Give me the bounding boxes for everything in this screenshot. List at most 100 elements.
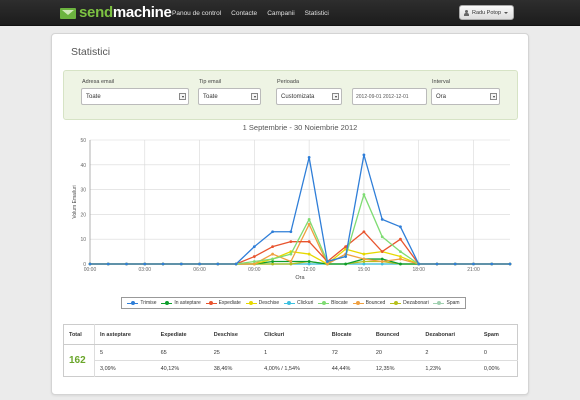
data-point [490,262,494,266]
legend-label: Spam [446,300,460,306]
nav-contacts[interactable]: Contacte [231,10,257,17]
series-line-trimise [90,154,510,265]
legend-item[interactable]: Expediate [205,300,241,306]
column-header: Clickuri [259,324,327,345]
data-point [380,262,384,266]
email-select-value: Toate [86,93,101,100]
data-point [417,262,421,266]
legend-label: Bounced [365,300,386,306]
period-select[interactable]: Customizata [276,88,342,105]
data-point [307,260,311,263]
data-point [307,217,311,221]
legend-item[interactable]: Dezabonari [390,300,429,306]
data-point [325,260,329,263]
data-point [362,193,366,196]
data-point [307,252,311,256]
column-header: Expediate [155,324,209,345]
legend-item[interactable]: In asteptare [161,300,201,306]
percent-cell: 3,09% [94,360,156,377]
column-header: Total [63,324,95,345]
data-point [344,262,348,266]
chevron-down-icon [504,11,509,14]
data-point [307,155,311,159]
type-filter-label: Tip email [199,79,222,85]
user-menu-button[interactable]: Radu Potop [459,5,514,20]
data-point [508,262,512,266]
data-point [380,235,384,239]
y-tick-label: 20 [80,212,86,218]
interval-filter-label: Interval [432,79,451,85]
line-chart: 1 Septembrie - 30 Noiembrie 201201020304… [72,123,512,281]
data-point [307,222,311,226]
data-point [252,255,256,258]
data-point [380,257,384,261]
data-point [88,262,92,266]
user-icon [464,9,469,16]
statistics-panel: Statistici Adresa email Toate Tip email … [51,33,529,395]
data-point [325,262,329,266]
period-filter-label: Perioada [277,79,300,85]
data-point [179,262,183,266]
data-point [362,252,366,256]
user-name: Radu Potop [472,9,502,16]
legend-item[interactable]: Blocate [318,300,348,306]
stats-table: Total In asteptare Expediate Deschise Clicku… [63,324,518,377]
data-point [252,262,256,266]
interval-select[interactable]: Ora [431,88,500,105]
legend-marker-icon [390,301,402,306]
email-select[interactable]: Toate [81,88,189,105]
count-cell: 0 [478,344,518,361]
nav-campaigns[interactable]: Campanii [267,10,294,17]
sendmachine-logo[interactable]: sendmachine [60,5,172,21]
legend-marker-icon [245,301,257,306]
envelope-logo-icon [60,7,76,19]
legend-marker-icon [161,301,173,306]
count-cell: 25 [208,344,260,361]
data-point [380,250,384,254]
percent-cell: 0,00% [478,360,518,377]
data-point [399,250,402,254]
y-tick-label: 40 [80,163,86,169]
data-point [106,262,110,266]
type-select[interactable]: Toate [198,88,261,105]
logo-text: sendmachine [79,4,172,21]
legend-marker-icon [318,301,330,306]
count-cell: 5 [94,344,156,361]
data-point [161,262,165,266]
table-row: 3,09% 40,12% 38,46% 4,00% / 1,54% 44,44% 12,3… [64,360,518,377]
x-tick-label: 00:00 [84,267,97,273]
dropdown-arrow-icon [332,93,339,100]
legend-item[interactable]: Trimise [127,300,157,306]
type-select-value: Toate [203,93,218,100]
legend-item[interactable]: Clickuri [283,300,313,306]
main-nav: Panou de control Contacte Campanii Stati… [172,0,339,26]
data-point [453,262,457,266]
legend-item[interactable]: Deschise [245,300,279,306]
y-axis-label: Volum Emailuri [72,185,78,218]
percent-cell: 44,44% [326,360,371,377]
data-point [289,230,293,234]
percent-cell: 12,35% [370,360,421,377]
x-tick-label: 06:00 [193,267,206,273]
table-row: 162 5 65 25 1 72 20 2 0 [63,344,518,377]
data-point [143,262,147,266]
top-navbar: sendmachine Panou de control Contacte Ca… [0,0,580,26]
data-point [362,260,366,263]
legend-item[interactable]: Bounced [352,300,386,306]
column-header: Bounced [370,324,421,345]
total-value: 162 [63,344,95,377]
legend-item[interactable]: Spam [433,300,460,306]
data-point [472,262,475,266]
nav-dashboard[interactable]: Panou de control [172,10,221,17]
data-point [399,225,402,229]
data-point [399,237,402,241]
x-axis-label: Ora [295,275,305,281]
column-header: Spam [478,324,518,345]
count-cell: 72 [326,344,371,361]
nav-statistics[interactable]: Statistici [305,10,329,17]
period-select-value: Customizata [281,93,315,100]
legend-label: Trimise [140,300,157,306]
table-header-row: Total In asteptare Expediate Deschise Clicku… [63,324,518,345]
date-range-input[interactable]: 2012-09-01 2012-12-01 [352,88,427,105]
y-tick-label: 50 [80,138,86,144]
